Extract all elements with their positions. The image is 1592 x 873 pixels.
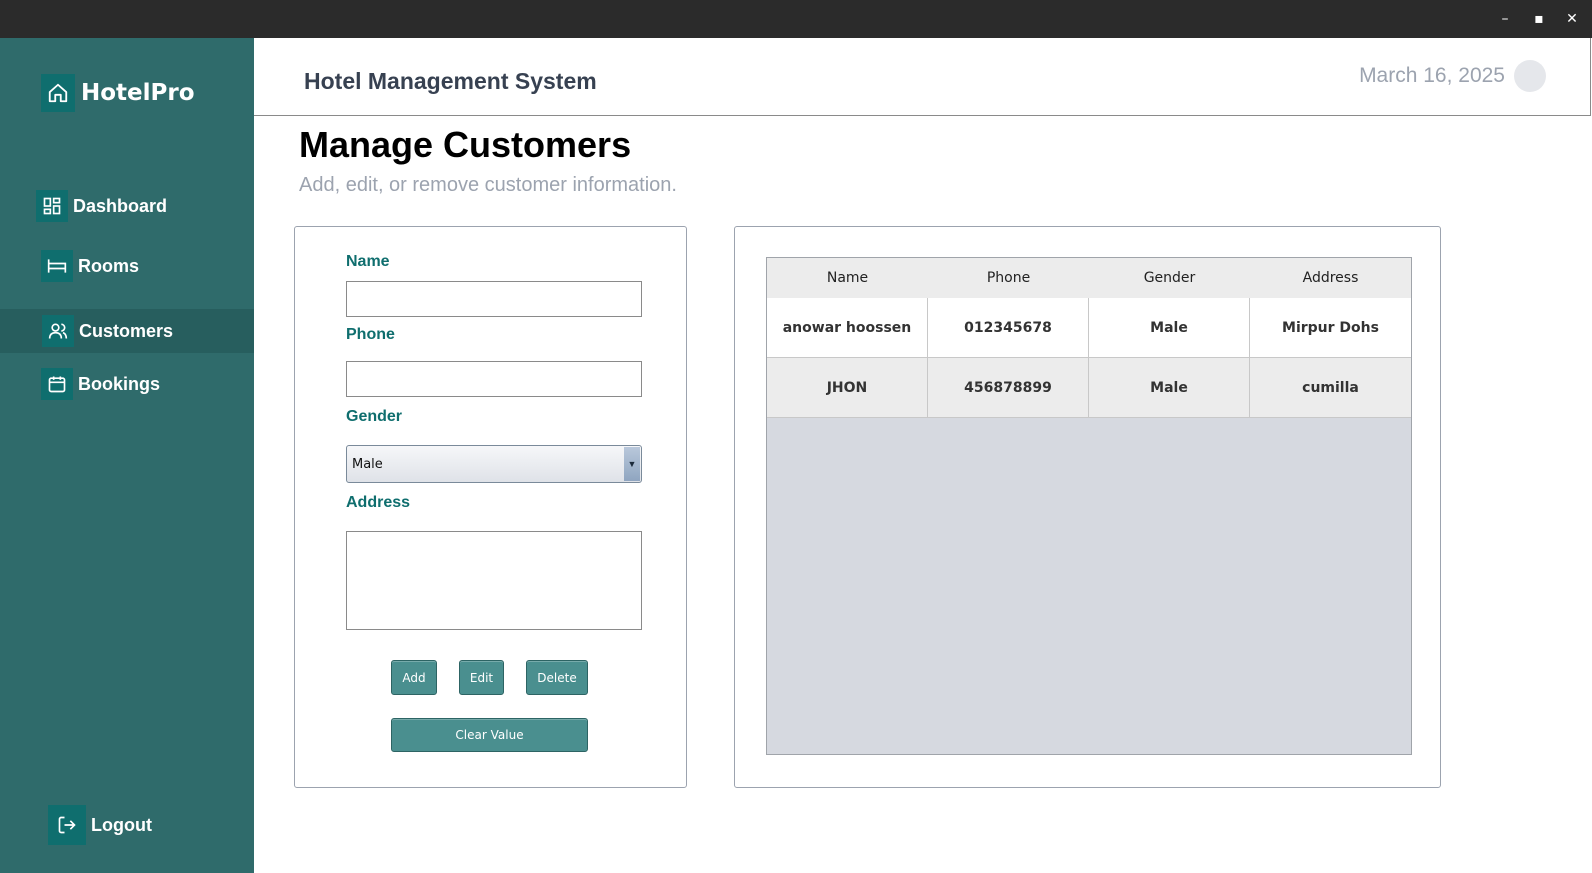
delete-button[interactable]: Delete [526, 660, 588, 695]
column-header[interactable]: Name [767, 258, 928, 298]
minimize-icon[interactable]: – [1495, 9, 1515, 29]
gender-value: Male [352, 457, 383, 472]
page-title: Manage Customers [299, 124, 632, 165]
table-cell: 456878899 [928, 358, 1089, 418]
table-cell: JHON [767, 358, 928, 418]
app-title: Hotel Management System [304, 68, 597, 94]
users-icon [42, 315, 74, 347]
sidebar-item-label: Rooms [78, 255, 140, 276]
calendar-icon [41, 368, 73, 400]
brand-name: HotelPro [81, 80, 195, 106]
table-cell: cumilla [1250, 358, 1411, 418]
home-icon [41, 74, 75, 112]
name-label: Name [346, 253, 390, 270]
sidebar-item-rooms[interactable]: Rooms [0, 244, 254, 288]
sidebar-item-label: Dashboard [73, 195, 168, 216]
address-label: Address [346, 494, 411, 511]
sidebar-item-label: Customers [79, 320, 174, 341]
sidebar-item-bookings[interactable]: Bookings [0, 362, 254, 406]
gender-label: Gender [346, 408, 403, 425]
add-button[interactable]: Add [391, 660, 437, 695]
address-field[interactable] [346, 531, 642, 630]
phone-label: Phone [346, 326, 395, 343]
window-titlebar: – ▪ ✕ [0, 0, 1592, 38]
logout-label: Logout [91, 814, 152, 835]
close-icon[interactable]: ✕ [1562, 9, 1582, 29]
sidebar-item-customers[interactable]: Customers [0, 309, 254, 353]
maximize-icon[interactable]: ▪ [1529, 9, 1549, 29]
table-cell: anowar hoossen [767, 298, 928, 358]
table-header: Name Phone Gender Address [767, 258, 1411, 298]
bed-icon [41, 250, 73, 282]
sidebar-item-dashboard[interactable]: Dashboard [0, 184, 254, 228]
logout-icon [48, 805, 86, 845]
avatar[interactable] [1514, 60, 1546, 92]
customer-table[interactable]: Name Phone Gender Address anowar hoossen… [766, 257, 1412, 755]
column-header[interactable]: Gender [1089, 258, 1250, 298]
chevron-down-icon[interactable]: ▼ [624, 447, 640, 481]
customer-table-panel: Name Phone Gender Address anowar hoossen… [734, 226, 1441, 788]
table-cell: Male [1089, 298, 1250, 358]
name-field[interactable] [346, 281, 642, 317]
table-row[interactable]: JHON 456878899 Male cumilla [767, 358, 1411, 418]
edit-button[interactable]: Edit [459, 660, 504, 695]
sidebar: HotelPro Dashboard Rooms Customers Booki… [0, 38, 254, 873]
clear-value-button[interactable]: Clear Value [391, 718, 588, 752]
page-subtitle: Add, edit, or remove customer informatio… [299, 174, 677, 196]
table-cell: Mirpur Dohs [1250, 298, 1411, 358]
table-cell: Male [1089, 358, 1250, 418]
gender-select[interactable]: Male ▼ [346, 445, 642, 483]
current-date: March 16, 2025 [1359, 64, 1505, 87]
table-cell: 012345678 [928, 298, 1089, 358]
phone-field[interactable] [346, 361, 642, 397]
sidebar-item-label: Bookings [78, 373, 161, 394]
column-header[interactable]: Address [1250, 258, 1411, 298]
column-header[interactable]: Phone [928, 258, 1089, 298]
table-row[interactable]: anowar hoossen 012345678 Male Mirpur Doh… [767, 298, 1411, 358]
customer-form: Name Phone Gender Male ▼ Address Add Edi… [294, 226, 687, 788]
logout-button[interactable]: Logout [48, 805, 152, 845]
grid-icon [36, 190, 68, 222]
brand: HotelPro [41, 73, 195, 113]
app-header: Hotel Management System March 16, 2025 [254, 38, 1591, 116]
